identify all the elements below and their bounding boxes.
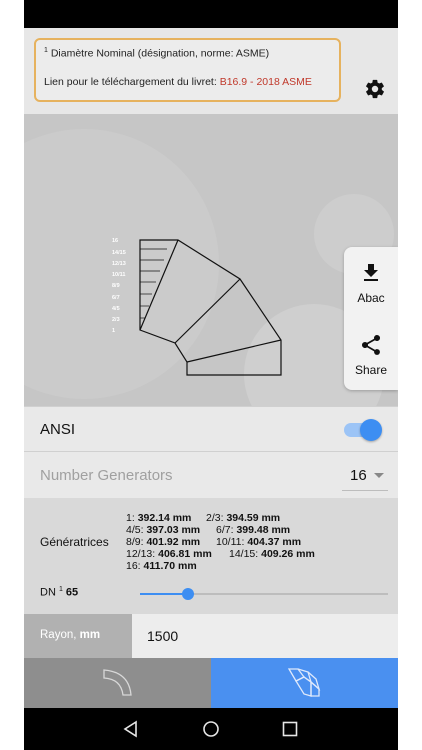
chevron-down-icon[interactable] bbox=[374, 473, 384, 478]
recents-icon[interactable] bbox=[281, 720, 299, 738]
nav-bar bbox=[24, 708, 398, 750]
generators-row: Number Generators 16 bbox=[24, 452, 398, 498]
segment-label: 12/13 bbox=[112, 261, 126, 267]
segment-label: 4/5 bbox=[112, 306, 120, 312]
dn-row: DN 1 65 bbox=[24, 576, 398, 614]
home-icon[interactable] bbox=[202, 720, 220, 738]
abac-label: Abac bbox=[357, 291, 385, 305]
generators-select-underline bbox=[342, 490, 388, 491]
info-download-text: Lien pour le téléchargement du livret: bbox=[44, 75, 220, 88]
download-link[interactable]: B16.9 - 2018 ASME bbox=[220, 76, 312, 88]
generatrix-item: 6/7: 399.48 mm bbox=[216, 524, 291, 536]
segment-label: 2/3 bbox=[112, 317, 120, 323]
tab-elbow[interactable] bbox=[24, 658, 211, 708]
elbow-diagram-area: 16 14/15 12/13 10/11 8/9 6/7 4/5 2/3 1 bbox=[24, 114, 398, 406]
generatrices-label: Génératrices bbox=[40, 535, 109, 549]
segmented-elbow-icon bbox=[287, 668, 321, 697]
info-line-nominal: 1 Diamètre Nominal (désignation, norme: … bbox=[44, 44, 331, 61]
abac-button[interactable]: Abac bbox=[344, 255, 398, 321]
generatrix-item: 10/11: 404.37 mm bbox=[216, 536, 302, 548]
rayon-label: Rayon, mm bbox=[40, 629, 101, 641]
generators-label: Number Generators bbox=[40, 467, 173, 484]
download-icon bbox=[364, 264, 378, 281]
info-footnote: 1 bbox=[44, 47, 48, 54]
share-button[interactable]: Share bbox=[344, 327, 398, 393]
segment-label: 6/7 bbox=[112, 295, 120, 301]
ansi-toggle[interactable] bbox=[360, 419, 382, 441]
elbow-diagram: 16 14/15 12/13 10/11 8/9 6/7 4/5 2/3 1 bbox=[112, 238, 282, 376]
generatrix-item: 4/5: 397.03 mm bbox=[126, 524, 201, 536]
segment-label: 8/9 bbox=[112, 283, 120, 289]
info-line-download: Lien pour le téléchargement du livret: B… bbox=[44, 75, 331, 89]
share-label: Share bbox=[354, 363, 388, 377]
rayon-input[interactable]: 1500 bbox=[147, 628, 178, 644]
generatrices-row: Génératrices 1: 392.14 mm 2/3: 394.59 mm… bbox=[24, 498, 398, 576]
generatrix-item: 16: 411.70 mm bbox=[126, 560, 197, 572]
dn-label: DN 1 65 bbox=[40, 586, 79, 599]
elbow-icon bbox=[103, 669, 132, 696]
segment-label: 10/11 bbox=[112, 272, 125, 278]
segment-label: 16 bbox=[112, 238, 118, 244]
generatrix-item: 14/15: 409.26 mm bbox=[229, 548, 315, 560]
dn-slider-fill[interactable] bbox=[140, 593, 188, 595]
info-nominal-text: Diamètre Nominal (désignation, norme: AS… bbox=[50, 47, 270, 60]
dn-slider-track[interactable] bbox=[188, 593, 388, 595]
dn-slider-thumb[interactable] bbox=[182, 588, 194, 600]
app-screen: 1 Diamètre Nominal (désignation, norme: … bbox=[24, 0, 398, 750]
segment-label: 1 bbox=[112, 328, 115, 334]
generatrix-item: 2/3: 394.59 mm bbox=[206, 512, 281, 524]
bottom-tabs bbox=[24, 658, 398, 708]
generatrix-item: 8/9: 401.92 mm bbox=[126, 536, 201, 548]
share-icon bbox=[361, 334, 381, 355]
ansi-label: ANSI bbox=[40, 421, 76, 438]
back-icon[interactable] bbox=[122, 720, 140, 738]
status-bar bbox=[24, 0, 398, 28]
info-box: 1 Diamètre Nominal (désignation, norme: … bbox=[34, 38, 341, 102]
generators-select[interactable]: 16 bbox=[350, 467, 367, 484]
header: 1 Diamètre Nominal (désignation, norme: … bbox=[24, 28, 398, 114]
generatrix-item: 12/13: 406.81 mm bbox=[126, 548, 212, 560]
rayon-row: Rayon, mm 1500 bbox=[24, 614, 398, 658]
gear-icon[interactable] bbox=[364, 78, 386, 100]
rayon-label-box: Rayon, mm bbox=[24, 614, 132, 658]
generatrix-item: 1: 392.14 mm bbox=[126, 512, 192, 524]
action-panel: Abac Share bbox=[344, 247, 398, 390]
ansi-row: ANSI bbox=[24, 406, 398, 452]
tab-segmented-elbow[interactable] bbox=[211, 658, 398, 708]
segment-label: 14/15 bbox=[112, 250, 126, 256]
dn-value: 65 bbox=[65, 586, 79, 599]
